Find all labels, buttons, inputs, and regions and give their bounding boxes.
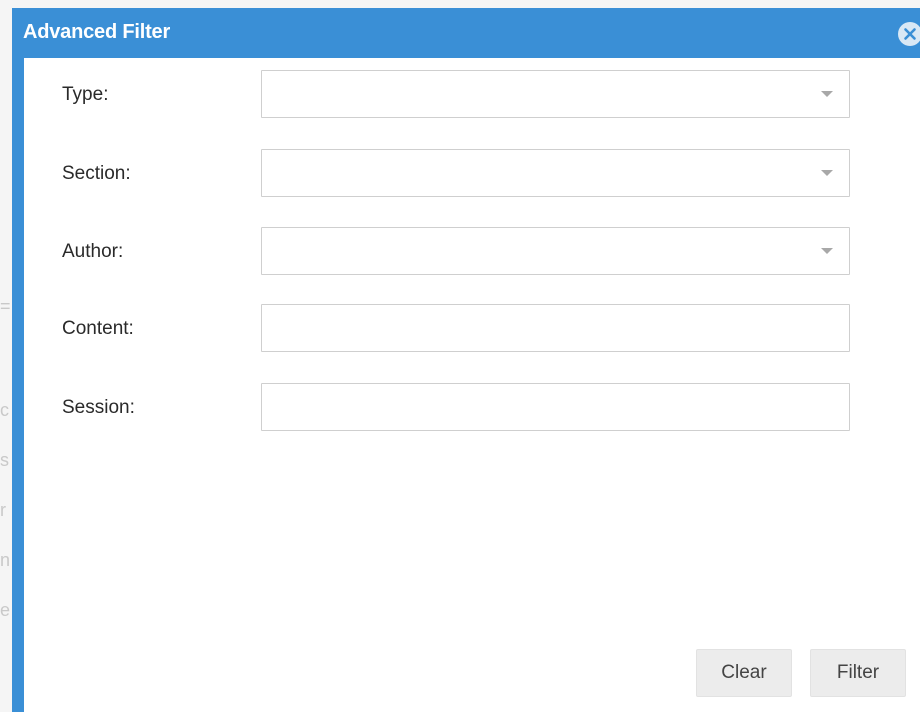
clear-button[interactable]: Clear (696, 649, 792, 697)
type-label: Type: (62, 84, 109, 105)
filter-row-author: Author: (24, 227, 920, 275)
background-fragment: s (0, 450, 9, 470)
session-field[interactable] (262, 384, 849, 430)
filter-row-section: Section: (24, 149, 920, 197)
background-fragment: n (0, 550, 11, 570)
background-fragment: e (0, 600, 11, 620)
background-fragment: c (0, 400, 9, 420)
section-label: Section: (62, 163, 131, 184)
background-fragment: r (0, 500, 6, 520)
background-fragment: = (0, 296, 11, 316)
chevron-down-icon[interactable] (821, 91, 833, 97)
content-label: Content: (62, 318, 134, 339)
filter-row-session: Session: (24, 383, 920, 431)
chevron-down-icon[interactable] (821, 170, 833, 176)
content-field-wrapper (261, 304, 850, 352)
filter-button[interactable]: Filter (810, 649, 906, 697)
dialog-titlebar[interactable]: Advanced Filter (12, 8, 920, 58)
filter-row-content: Content: (24, 304, 920, 352)
chevron-down-icon[interactable] (821, 248, 833, 254)
content-field[interactable] (262, 305, 849, 351)
section-select[interactable] (261, 149, 850, 197)
dialog-title: Advanced Filter (23, 21, 171, 43)
author-select[interactable] (261, 227, 850, 275)
type-select[interactable] (261, 70, 850, 118)
advanced-filter-dialog: Advanced Filter Type: Section: Author: C… (12, 8, 920, 712)
dialog-body: Type: Section: Author: Content: Session:… (24, 58, 920, 712)
author-label: Author: (62, 241, 124, 262)
close-icon[interactable] (898, 22, 920, 46)
session-label: Session: (62, 397, 135, 418)
session-field-wrapper (261, 383, 850, 431)
filter-row-type: Type: (24, 70, 920, 118)
